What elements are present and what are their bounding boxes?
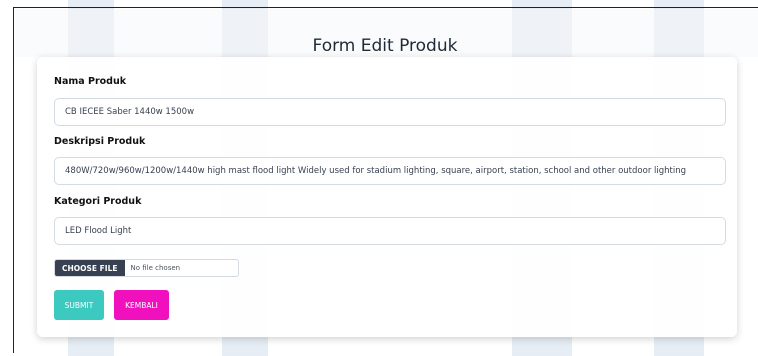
page-title: Form Edit Produk (312, 36, 458, 56)
file-input[interactable]: CHOOSE FILE No file chosen (54, 259, 239, 277)
edit-product-form: Nama Produk CB IECEE Saber 1440w 1500w D… (37, 57, 737, 337)
file-status-text: No file chosen (130, 264, 181, 272)
product-category-input[interactable]: LED Flood Light (54, 217, 726, 245)
back-button[interactable]: KEMBALI (114, 290, 169, 320)
product-description-label: Deskripsi Produk (54, 136, 146, 147)
product-category-label: Kategori Produk (54, 196, 142, 207)
submit-button[interactable]: SUBMIT (54, 290, 104, 320)
choose-file-button[interactable]: CHOOSE FILE (55, 260, 125, 276)
product-name-input[interactable]: CB IECEE Saber 1440w 1500w (54, 98, 726, 126)
product-description-input[interactable]: 480W/720w/960w/1200w/1440w high mast flo… (54, 157, 726, 185)
product-name-label: Nama Produk (54, 76, 127, 87)
